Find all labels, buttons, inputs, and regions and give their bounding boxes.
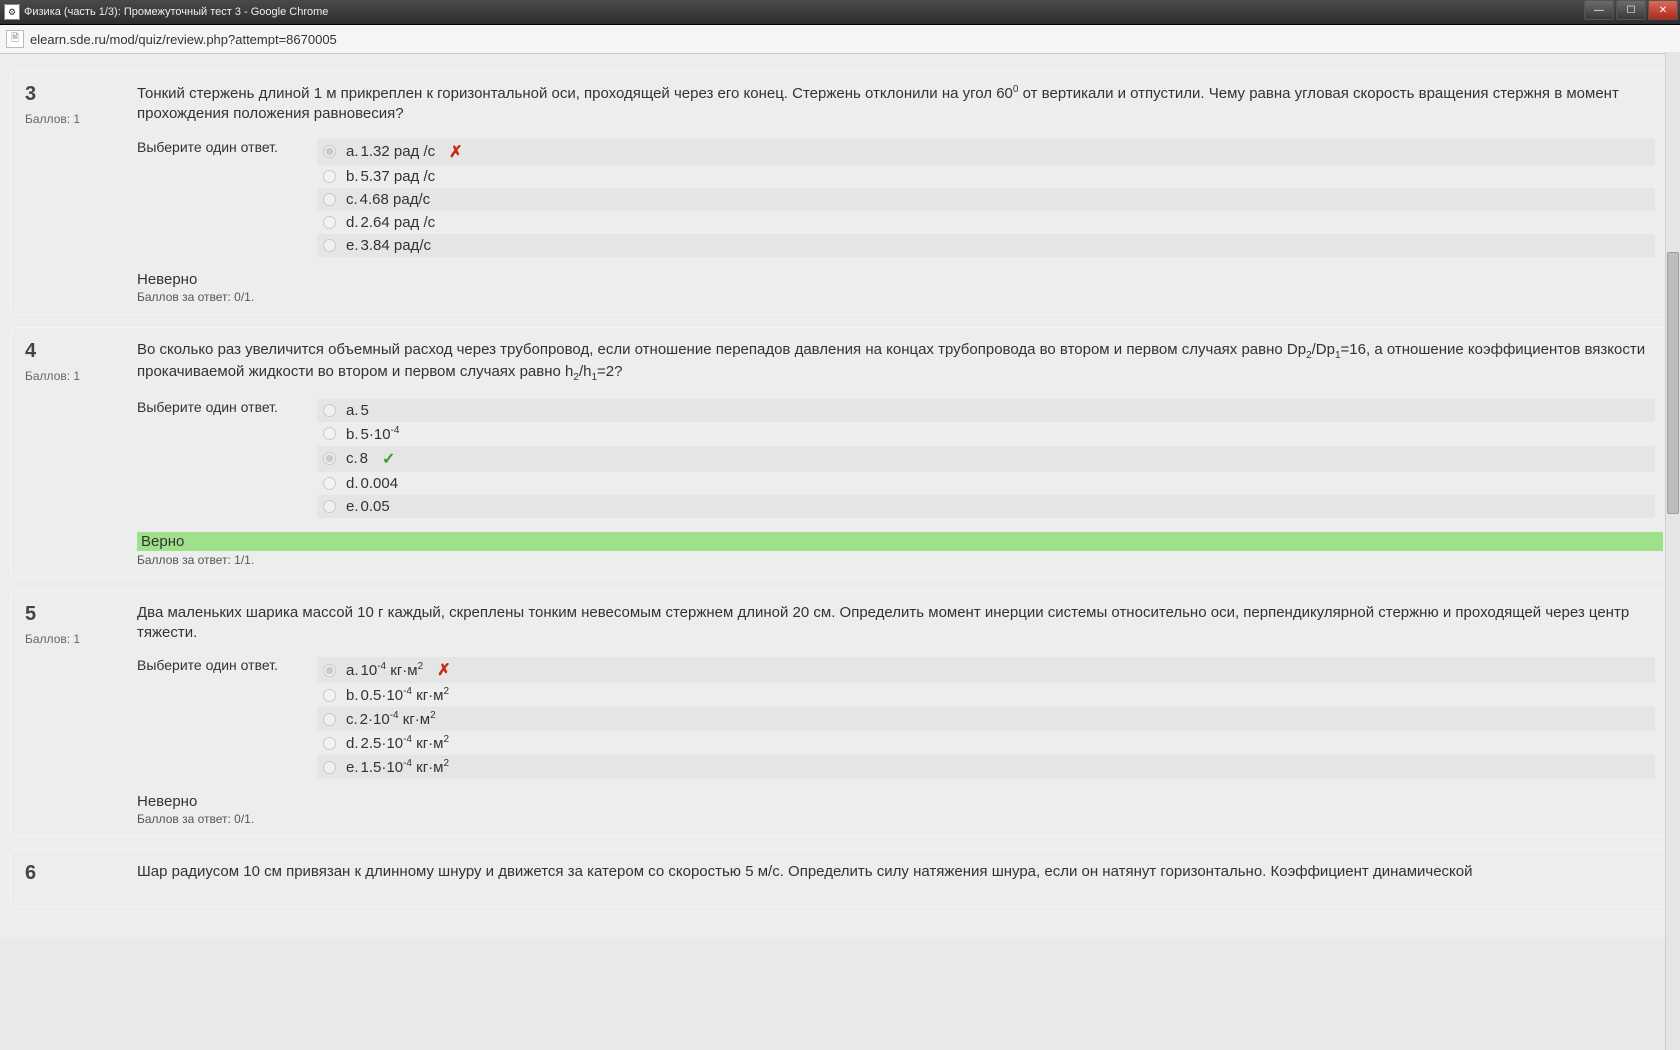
answer-list: a. 10-4 кг·м2 ✗ b. 0.5·10-4 кг·м2 c. 2·10-4… [317,657,1655,779]
answer-option[interactable]: d. 2.5·10-4 кг·м2 [317,731,1655,755]
answer-radio[interactable] [323,477,336,490]
answer-option[interactable]: c. 2·10-4 кг·м2 [317,707,1655,731]
question-body: Во сколько раз увеличится объемный расхо… [137,340,1655,567]
answer-option[interactable]: d. 0.004 [317,472,1655,495]
answer-prompt: Выберите один ответ. [137,657,307,673]
vertical-scrollbar[interactable] [1665,52,1680,1050]
answer-option[interactable]: e. 0.05 [317,495,1655,518]
answer-radio[interactable] [323,713,336,726]
result-feedback: Неверно [137,793,1655,810]
wrong-mark-icon: ✗ [437,660,450,680]
question-block: 6 Шар радиусом 10 см привязан к длинному … [10,849,1670,907]
result-grade: Баллов за ответ: 0/1. [137,812,1655,826]
answer-list: a. 1.32 рад /с ✗ b. 5.37 рад /с c. 4.68 рад… [317,139,1655,257]
answer-label: d. 2.5·10-4 кг·м2 [346,734,449,752]
question-number: 5 [25,603,125,626]
answer-option[interactable]: e. 1.5·10-4 кг·м2 [317,755,1655,779]
answer-option[interactable]: c. 8 ✓ [317,446,1655,472]
answer-radio[interactable] [323,145,336,158]
answer-label: b. 5·10-4 [346,425,399,443]
scrollbar-thumb[interactable] [1667,252,1679,514]
answer-radio[interactable] [323,216,336,229]
address-bar: 🗎 elearn.sde.ru/mod/quiz/review.php?atte… [0,25,1680,54]
answer-option[interactable]: b. 5.37 рад /с [317,165,1655,188]
wrong-mark-icon: ✗ [449,142,462,162]
answer-label: d. 0.004 [346,475,398,492]
answer-radio[interactable] [323,404,336,417]
question-number: 4 [25,340,125,363]
answer-label: c. 2·10-4 кг·м2 [346,710,436,728]
tab-favicon: ⚙ [4,4,20,20]
window-close-button[interactable]: ✕ [1648,0,1678,20]
question-body: Два маленьких шарика массой 10 г каждый,… [137,603,1655,827]
question-text: Два маленьких шарика массой 10 г каждый,… [137,603,1655,644]
answer-option[interactable]: e. 3.84 рад/с [317,234,1655,257]
answer-option[interactable]: d. 2.64 рад /с [317,211,1655,234]
answer-label: c. 4.68 рад/с [346,191,430,208]
window-title: Физика (часть 1/3): Промежуточный тест 3… [24,6,328,18]
answer-label: c. 8 [346,450,368,467]
question-number: 3 [25,83,125,106]
answer-radio[interactable] [323,761,336,774]
question-block: 4 Баллов: 1 Во сколько раз увеличится объе… [10,327,1670,578]
answer-radio[interactable] [323,193,336,206]
check-mark-icon: ✓ [382,449,395,469]
question-sidebar: 5 Баллов: 1 [25,603,125,827]
answer-radio[interactable] [323,452,336,465]
answer-option[interactable]: a. 1.32 рад /с ✗ [317,139,1655,165]
question-sidebar: 6 [25,862,125,896]
question-text: Во сколько раз увеличится объемный расхо… [137,340,1655,385]
answer-radio[interactable] [323,664,336,677]
window-maximize-button[interactable]: ☐ [1616,0,1646,20]
question-text: Тонкий стержень длиной 1 м прикреплен к … [137,83,1655,125]
answer-label: e. 0.05 [346,498,390,515]
answer-prompt: Выберите один ответ. [137,399,307,415]
question-block: 5 Баллов: 1 Два маленьких шарика массой 10… [10,590,1670,838]
url-text[interactable]: elearn.sde.ru/mod/quiz/review.php?attemp… [30,32,337,47]
answer-radio[interactable] [323,170,336,183]
answer-option[interactable]: a. 10-4 кг·м2 ✗ [317,657,1655,683]
question-block: 3 Баллов: 1 Тонкий стержень длиной 1 м при… [10,70,1670,315]
answer-radio[interactable] [323,737,336,750]
answer-label: a. 5 [346,402,369,419]
result-grade: Баллов за ответ: 1/1. [137,553,1655,567]
question-max-score: Баллов: 1 [25,369,125,383]
answer-label: e. 1.5·10-4 кг·м2 [346,758,449,776]
answer-label: b. 0.5·10-4 кг·м2 [346,686,449,704]
page-icon: 🗎 [6,30,24,48]
answer-label: b. 5.37 рад /с [346,168,435,185]
answer-radio[interactable] [323,500,336,513]
window-titlebar: ⚙ Физика (часть 1/3): Промежуточный тест… [0,0,1680,25]
result-feedback: Верно [137,532,1663,551]
answer-option[interactable]: b. 0.5·10-4 кг·м2 [317,683,1655,707]
answer-radio[interactable] [323,239,336,252]
question-body: Шар радиусом 10 см привязан к длинному ш… [137,862,1655,896]
answer-list: a. 5 b. 5·10-4 c. 8 ✓ d. 0.004 e. 0.05 [317,399,1655,518]
answer-option[interactable]: b. 5·10-4 [317,422,1655,446]
answer-option[interactable]: a. 5 [317,399,1655,422]
question-max-score: Баллов: 1 [25,632,125,646]
window-minimize-button[interactable]: — [1584,0,1614,20]
answer-label: e. 3.84 рад/с [346,237,431,254]
answer-radio[interactable] [323,689,336,702]
result-feedback: Неверно [137,271,1655,288]
question-body: Тонкий стержень длиной 1 м прикреплен к … [137,83,1655,304]
question-sidebar: 4 Баллов: 1 [25,340,125,567]
question-text: Шар радиусом 10 см привязан к длинному ш… [137,862,1655,882]
page-content: 3 Баллов: 1 Тонкий стержень длиной 1 м при… [0,54,1680,939]
answer-label: d. 2.64 рад /с [346,214,435,231]
question-number: 6 [25,862,125,885]
answer-prompt: Выберите один ответ. [137,139,307,155]
question-sidebar: 3 Баллов: 1 [25,83,125,304]
result-grade: Баллов за ответ: 0/1. [137,290,1655,304]
answer-label: a. 10-4 кг·м2 [346,661,423,679]
question-max-score: Баллов: 1 [25,112,125,126]
answer-radio[interactable] [323,427,336,440]
answer-option[interactable]: c. 4.68 рад/с [317,188,1655,211]
answer-label: a. 1.32 рад /с [346,143,435,160]
